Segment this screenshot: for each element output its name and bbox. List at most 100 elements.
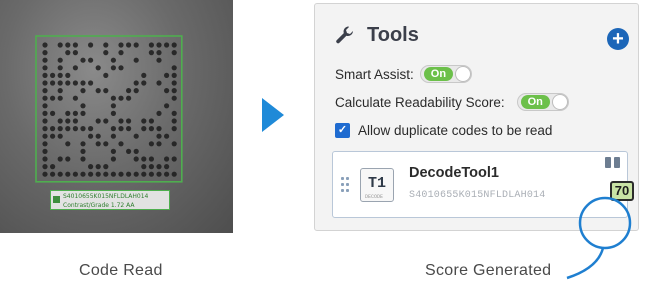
delete-icon[interactable] — [614, 157, 620, 168]
datamatrix-dot — [156, 133, 162, 139]
datamatrix-dot — [171, 171, 177, 177]
datamatrix-code-image: S4010655K015NFLDLAH014 Contrast/Grade 1.… — [0, 0, 233, 233]
datamatrix-dot — [164, 171, 170, 177]
datamatrix-dot — [118, 95, 124, 101]
datamatrix-dot — [110, 156, 116, 162]
datamatrix-dot — [88, 133, 94, 139]
datamatrix-dot — [65, 42, 71, 48]
datamatrix-dot — [65, 50, 71, 56]
datamatrix-dot — [156, 164, 162, 170]
datamatrix-dot — [148, 118, 154, 124]
smart-assist-toggle[interactable]: On — [419, 65, 472, 83]
datamatrix-dot — [156, 57, 162, 63]
datamatrix-dot — [126, 126, 132, 132]
datamatrix-dot — [57, 80, 63, 86]
datamatrix-dot — [42, 80, 48, 86]
lock-icon[interactable] — [605, 157, 611, 168]
caption-score-generated: Score Generated — [425, 262, 552, 279]
caption-code-read: Code Read — [79, 262, 163, 279]
datamatrix-dot — [95, 141, 101, 147]
datamatrix-dot — [141, 118, 147, 124]
datamatrix-dot — [95, 65, 101, 71]
datamatrix-dot — [148, 171, 154, 177]
datamatrix-dot — [65, 156, 71, 162]
smart-assist-row: Smart Assist: On — [335, 65, 472, 83]
datamatrix-dot — [171, 141, 177, 147]
readability-score-badge: 70 — [610, 181, 634, 201]
tool-actions — [605, 157, 625, 169]
datamatrix-dot — [156, 141, 162, 147]
datamatrix-dot — [141, 72, 147, 78]
datamatrix-dot — [88, 171, 94, 177]
datamatrix-dot — [57, 65, 63, 71]
toggle-knob — [454, 66, 471, 82]
datamatrix-dot — [57, 133, 63, 139]
decoded-string: S4010655K015NFLDLAH014 — [409, 190, 546, 201]
datamatrix-dot — [148, 42, 154, 48]
decode-tool-card[interactable]: T1 DECODE DecodeTool1 S4010655K015NFLDLA… — [332, 151, 634, 218]
smart-assist-state: On — [423, 67, 454, 81]
datamatrix-dot — [88, 164, 94, 170]
datamatrix-dot — [148, 156, 154, 162]
datamatrix-dot — [133, 148, 139, 154]
datamatrix-dot — [50, 72, 56, 78]
datamatrix-dot — [88, 42, 94, 48]
datamatrix-dot — [126, 88, 132, 94]
datamatrix-dot — [42, 57, 48, 63]
datamatrix-dot — [95, 171, 101, 177]
datamatrix-dot — [88, 80, 94, 86]
datamatrix-dot — [50, 95, 56, 101]
datamatrix-dot — [103, 141, 109, 147]
datamatrix-dot — [80, 141, 86, 147]
datamatrix-dot — [126, 42, 132, 48]
datamatrix-dot — [72, 95, 78, 101]
datamatrix-dot — [171, 65, 177, 71]
datamatrix-dot — [50, 80, 56, 86]
datamatrix-dot — [141, 164, 147, 170]
datamatrix-dot — [110, 95, 116, 101]
datamatrix-dot — [164, 164, 170, 170]
datamatrix-dot — [110, 65, 116, 71]
datamatrix-dot — [50, 171, 56, 177]
datamatrix-dot — [80, 57, 86, 63]
datamatrix-dot — [141, 126, 147, 132]
datamatrix-dot — [50, 133, 56, 139]
datamatrix-dot — [118, 65, 124, 71]
datamatrix-dot — [50, 110, 56, 116]
datamatrix-dot — [42, 42, 48, 48]
smart-assist-label: Smart Assist: — [335, 66, 414, 82]
datamatrix-dot — [133, 88, 139, 94]
datamatrix-dot — [72, 171, 78, 177]
datamatrix-dot — [156, 171, 162, 177]
checkbox-checked-icon[interactable]: ✓ — [335, 123, 350, 138]
datamatrix-dot — [57, 88, 63, 94]
wrench-icon — [336, 26, 353, 44]
datamatrix-dot — [164, 156, 170, 162]
datamatrix-dot — [65, 72, 71, 78]
datamatrix-dot — [42, 118, 48, 124]
datamatrix-dot — [164, 133, 170, 139]
datamatrix-dot — [164, 42, 170, 48]
datamatrix-dot — [72, 42, 78, 48]
datamatrix-dot — [126, 148, 132, 154]
datamatrix-dot — [80, 148, 86, 154]
datamatrix-dot — [42, 103, 48, 109]
readability-score-toggle[interactable]: On — [516, 93, 569, 111]
allow-duplicates-row[interactable]: ✓ Allow duplicate codes to be read — [335, 123, 552, 138]
datamatrix-dot — [65, 118, 71, 124]
datamatrix-dot — [171, 42, 177, 48]
datamatrix-dot — [133, 156, 139, 162]
drag-handle-icon[interactable] — [341, 177, 349, 193]
plus-circle-icon[interactable]: + — [607, 28, 629, 50]
datamatrix-dot — [57, 171, 63, 177]
datamatrix-dot — [42, 171, 48, 177]
datamatrix-dot — [57, 42, 63, 48]
datamatrix-dot — [42, 95, 48, 101]
datamatrix-dot — [103, 164, 109, 170]
datamatrix-dot — [80, 156, 86, 162]
datamatrix-dot — [65, 80, 71, 86]
datamatrix-dot — [80, 126, 86, 132]
datamatrix-dot — [42, 133, 48, 139]
datamatrix-dot — [118, 141, 124, 147]
callout-line — [566, 247, 605, 280]
